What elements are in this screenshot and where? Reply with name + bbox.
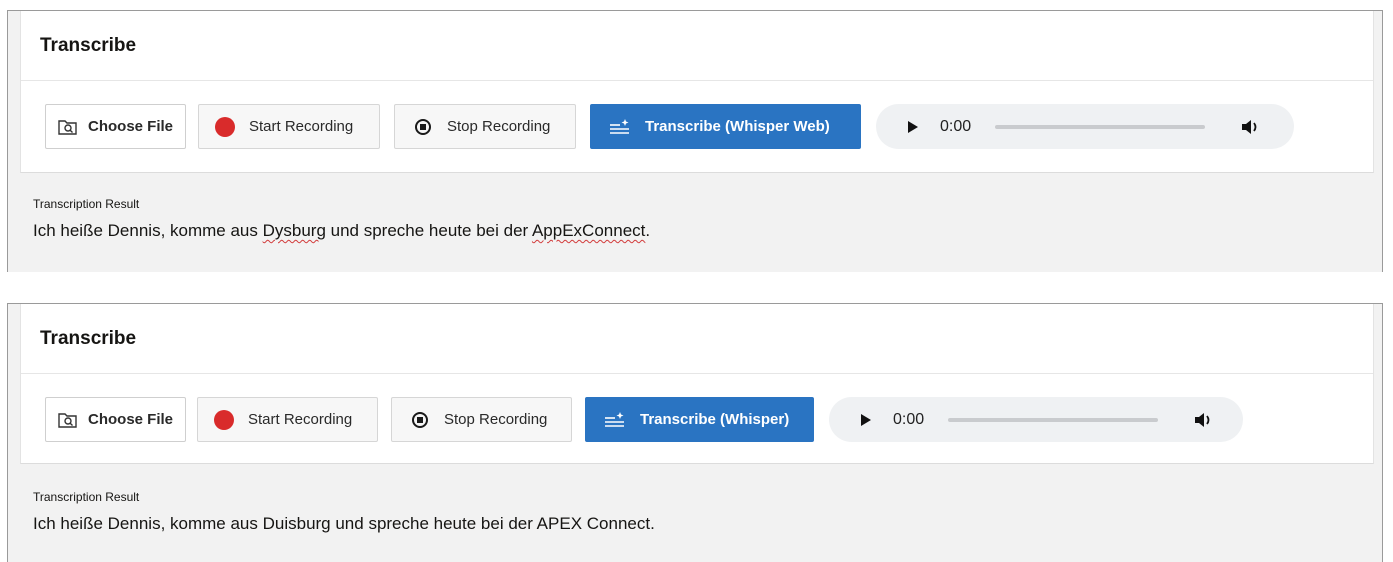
stop-circle-icon (412, 411, 428, 428)
region-title: Transcribe (40, 34, 137, 56)
audio-progress-track[interactable] (995, 124, 1206, 129)
start-recording-label: Start Recording (249, 118, 354, 135)
audio-time: 0:00 (893, 410, 925, 428)
transcribe-label: Transcribe (Whisper) (640, 411, 790, 428)
volume-icon[interactable] (1241, 119, 1261, 135)
stop-recording-label: Stop Recording (447, 118, 551, 135)
choose-file-button[interactable]: Choose File (45, 104, 186, 149)
result-text-part: Ich heiße Dennis, komme aus (33, 221, 263, 240)
folder-search-icon (58, 412, 78, 428)
choose-file-label: Choose File (88, 411, 174, 428)
stop-recording-button[interactable]: Stop Recording (391, 397, 572, 442)
result-text: Ich heiße Dennis, komme aus Duisburg und… (33, 514, 655, 533)
region-header: Transcribe (21, 304, 1373, 374)
audio-player[interactable]: 0:00 (829, 397, 1243, 442)
region-title: Transcribe (40, 327, 137, 349)
stop-recording-button[interactable]: Stop Recording (394, 104, 576, 149)
start-recording-label: Start Recording (248, 411, 353, 428)
result-label: Transcription Result (33, 197, 140, 211)
play-icon[interactable] (861, 413, 871, 426)
stop-recording-label: Stop Recording (444, 411, 548, 428)
result-text-part: und spreche heute bei der (325, 221, 532, 240)
start-recording-button[interactable]: Start Recording (197, 397, 378, 442)
result-text-part: . (645, 221, 651, 240)
start-recording-button[interactable]: Start Recording (198, 104, 380, 149)
choose-file-label: Choose File (88, 118, 174, 135)
transcribe-whisper-web-button[interactable]: Transcribe (Whisper Web) (590, 104, 861, 149)
region-header: Transcribe (21, 11, 1373, 81)
play-icon[interactable] (908, 120, 918, 133)
transcribe-region: Transcribe Choose File Start Recording S… (20, 304, 1374, 464)
volume-icon[interactable] (1194, 412, 1214, 428)
audio-progress-track[interactable] (948, 417, 1159, 422)
transcribe-lines-icon (609, 118, 631, 135)
transcribe-region: Transcribe Choose File Start Recording S… (20, 11, 1374, 173)
record-dot-icon (214, 409, 234, 430)
stop-circle-icon (415, 118, 431, 135)
transcribe-panel-whisper: Transcribe Choose File Start Recording S… (7, 303, 1383, 562)
toolbar: Choose File Start Recording Stop Recordi… (21, 374, 1373, 464)
transcribe-lines-icon (604, 411, 626, 428)
record-dot-icon (215, 116, 235, 137)
choose-file-button[interactable]: Choose File (45, 397, 186, 442)
transcribe-label: Transcribe (Whisper Web) (645, 118, 830, 135)
misspelled-word: Dysburg (262, 221, 326, 240)
toolbar: Choose File Start Recording Stop Recordi… (21, 81, 1373, 171)
misspelled-word: AppExConnect (531, 221, 646, 240)
transcribe-panel-whisper-web: Transcribe Choose File Start Recording S… (7, 10, 1383, 272)
result-label: Transcription Result (33, 490, 140, 504)
result-text: Ich heiße Dennis, komme aus Dysburg und … (33, 221, 650, 241)
audio-player[interactable]: 0:00 (876, 104, 1294, 149)
audio-time: 0:00 (940, 117, 972, 135)
folder-search-icon (58, 119, 78, 135)
transcribe-whisper-button[interactable]: Transcribe (Whisper) (585, 397, 814, 442)
